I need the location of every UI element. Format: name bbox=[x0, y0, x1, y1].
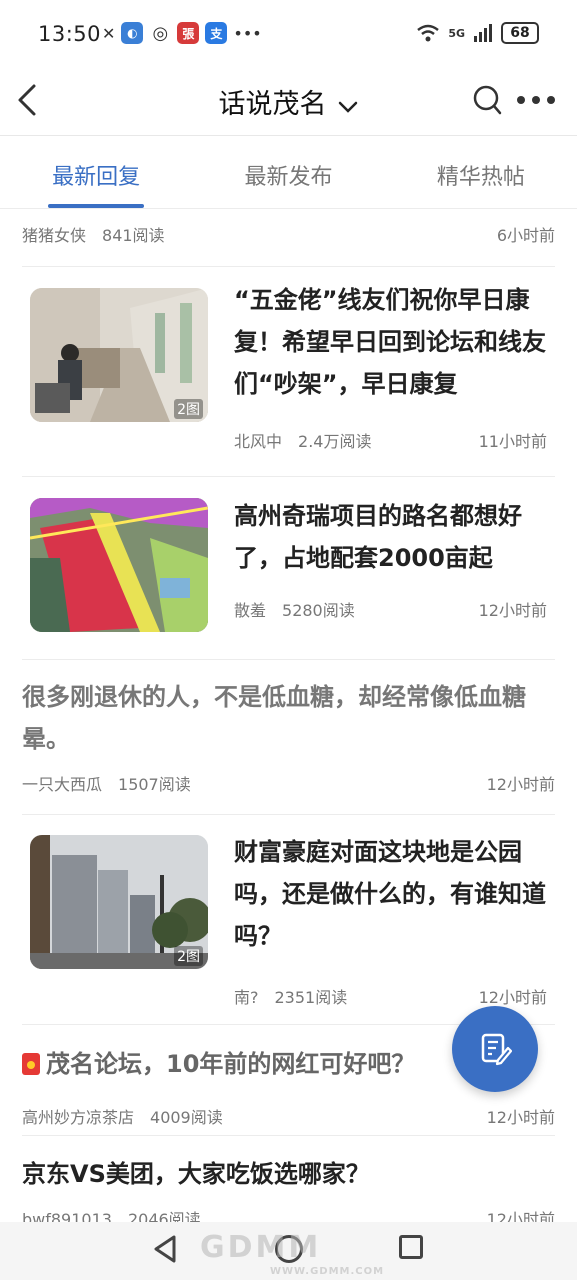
compose-post-button[interactable] bbox=[452, 1006, 538, 1092]
post-meta: 猪猪女侠 841阅读 6小时前 bbox=[22, 222, 555, 246]
post-time: 12小时前 bbox=[478, 988, 547, 1007]
post-time: 12小时前 bbox=[486, 1108, 555, 1127]
list-item[interactable]: 猪猪女侠 841阅读 6小时前 bbox=[22, 210, 555, 267]
status-time: 13:50 bbox=[38, 22, 102, 46]
system-nav-bar: GDMM WWW.GDMM.COM bbox=[0, 1222, 577, 1280]
post-title: “五金佬”线友们祝你早日康复！希望早日回到论坛和线友们“吵架”，早日康复 bbox=[234, 286, 546, 398]
list-item[interactable]: 2图 财富豪庭对面这块地是公园吗，还是做什么的，有谁知道吗？ 南? 2351阅读 … bbox=[22, 815, 555, 1025]
network-type-label: 5G bbox=[448, 26, 465, 40]
post-title: 茂名论坛，10年前的网红可好吧？ bbox=[46, 1050, 416, 1078]
watermark-sub: WWW.GDMM.COM bbox=[270, 1266, 385, 1277]
post-title: 高州奇瑞项目的路名都想好了，占地配套2000亩起 bbox=[234, 502, 522, 572]
red-packet-icon bbox=[22, 1053, 40, 1075]
post-title: 财富豪庭对面这块地是公园吗，还是做什么的，有谁知道吗？ bbox=[234, 838, 546, 950]
page-title: 话说茂名 bbox=[218, 89, 327, 120]
post-reads: 841阅读 bbox=[102, 226, 165, 245]
post-reads: 2351阅读 bbox=[274, 988, 348, 1007]
post-thumbnail: 2图 bbox=[30, 288, 208, 422]
post-thumbnail: 2图 bbox=[30, 835, 208, 969]
system-icons: 5G 68 bbox=[416, 22, 539, 44]
post-author: 猪猪女侠 bbox=[22, 226, 87, 245]
more-options-icon[interactable] bbox=[516, 95, 556, 105]
app-badge-icon: 張 bbox=[177, 22, 200, 44]
app-header: 话说茂名 bbox=[0, 68, 577, 136]
edit-note-icon bbox=[481, 1033, 512, 1066]
post-time: 12小时前 bbox=[478, 601, 547, 620]
tab-featured[interactable]: 精华热帖 bbox=[385, 137, 577, 208]
signal-icon bbox=[474, 24, 492, 42]
post-reads: 1507阅读 bbox=[118, 775, 191, 794]
post-meta: 南? 2351阅读 12小时前 bbox=[234, 984, 547, 1008]
image-count-badge: 2图 bbox=[174, 399, 203, 419]
chevron-down-icon bbox=[337, 90, 359, 121]
wifi-icon bbox=[417, 24, 440, 42]
nav-recents-icon[interactable] bbox=[399, 1235, 423, 1259]
wechat-icon: ◎ bbox=[149, 22, 172, 44]
post-author: 南? bbox=[234, 988, 259, 1007]
post-time: 12小时前 bbox=[486, 775, 555, 794]
post-author: 一只大西瓜 bbox=[22, 775, 103, 794]
site-plan-map-image bbox=[30, 498, 208, 632]
post-meta: 散羞 5280阅读 12小时前 bbox=[234, 597, 547, 621]
post-reads: 5280阅读 bbox=[282, 601, 355, 620]
post-time: 11小时前 bbox=[478, 432, 547, 451]
missed-call-icon: ✕ bbox=[102, 23, 116, 43]
post-author: 高州妙方凉茶店 bbox=[22, 1108, 135, 1127]
more-notifications-icon: ••• bbox=[233, 23, 262, 43]
tab-bar: 最新回复 最新发布 精华热帖 bbox=[0, 137, 577, 209]
image-count-badge: 2图 bbox=[174, 946, 203, 966]
post-time: 6小时前 bbox=[496, 226, 555, 245]
site-watermark: GDMM WWW.GDMM.COM bbox=[200, 1230, 383, 1277]
list-item[interactable]: 高州奇瑞项目的路名都想好了，占地配套2000亩起 散羞 5280阅读 12小时前 bbox=[22, 477, 555, 660]
post-meta: 一只大西瓜 1507阅读 12小时前 bbox=[22, 771, 555, 795]
post-title: 很多刚退休的人，不是低血糖，却经常像低血糖晕。 bbox=[22, 683, 526, 753]
nav-back-icon[interactable] bbox=[152, 1234, 178, 1264]
post-author: 散羞 bbox=[234, 601, 267, 620]
tab-latest-posts[interactable]: 最新发布 bbox=[192, 137, 384, 208]
post-title: 京东VS美团，大家吃饭选哪家？ bbox=[22, 1160, 370, 1188]
status-bar: 13:50 ✕ ◐ ◎ 張 支 ••• 5G 68 bbox=[0, 0, 577, 68]
post-reads: 2.4万阅读 bbox=[298, 432, 372, 451]
search-icon[interactable] bbox=[472, 84, 502, 116]
post-meta: 北风中 2.4万阅读 11小时前 bbox=[234, 428, 547, 452]
post-author: 北风中 bbox=[234, 432, 283, 451]
notification-icons: ✕ ◐ ◎ 張 支 ••• bbox=[102, 22, 262, 44]
post-reads: 4009阅读 bbox=[150, 1108, 223, 1127]
alipay-icon: 支 bbox=[205, 22, 228, 44]
list-item[interactable]: 2图 “五金佬”线友们祝你早日康复！希望早日回到论坛和线友们“吵架”，早日康复 … bbox=[22, 267, 555, 477]
list-item[interactable]: 京东VS美团，大家吃饭选哪家？ bwf891013 2046阅读 12小时前 bbox=[22, 1136, 555, 1229]
watermark-main: GDMM bbox=[200, 1230, 322, 1265]
app-notification-icon: ◐ bbox=[121, 22, 144, 44]
battery-icon: 68 bbox=[501, 22, 539, 44]
tab-latest-replies[interactable]: 最新回复 bbox=[0, 137, 192, 208]
list-item[interactable]: 很多刚退休的人，不是低血糖，却经常像低血糖晕。 一只大西瓜 1507阅读 12小时… bbox=[22, 660, 555, 815]
post-meta: 高州妙方凉茶店 4009阅读 12小时前 bbox=[22, 1104, 555, 1128]
post-thumbnail bbox=[30, 498, 208, 632]
